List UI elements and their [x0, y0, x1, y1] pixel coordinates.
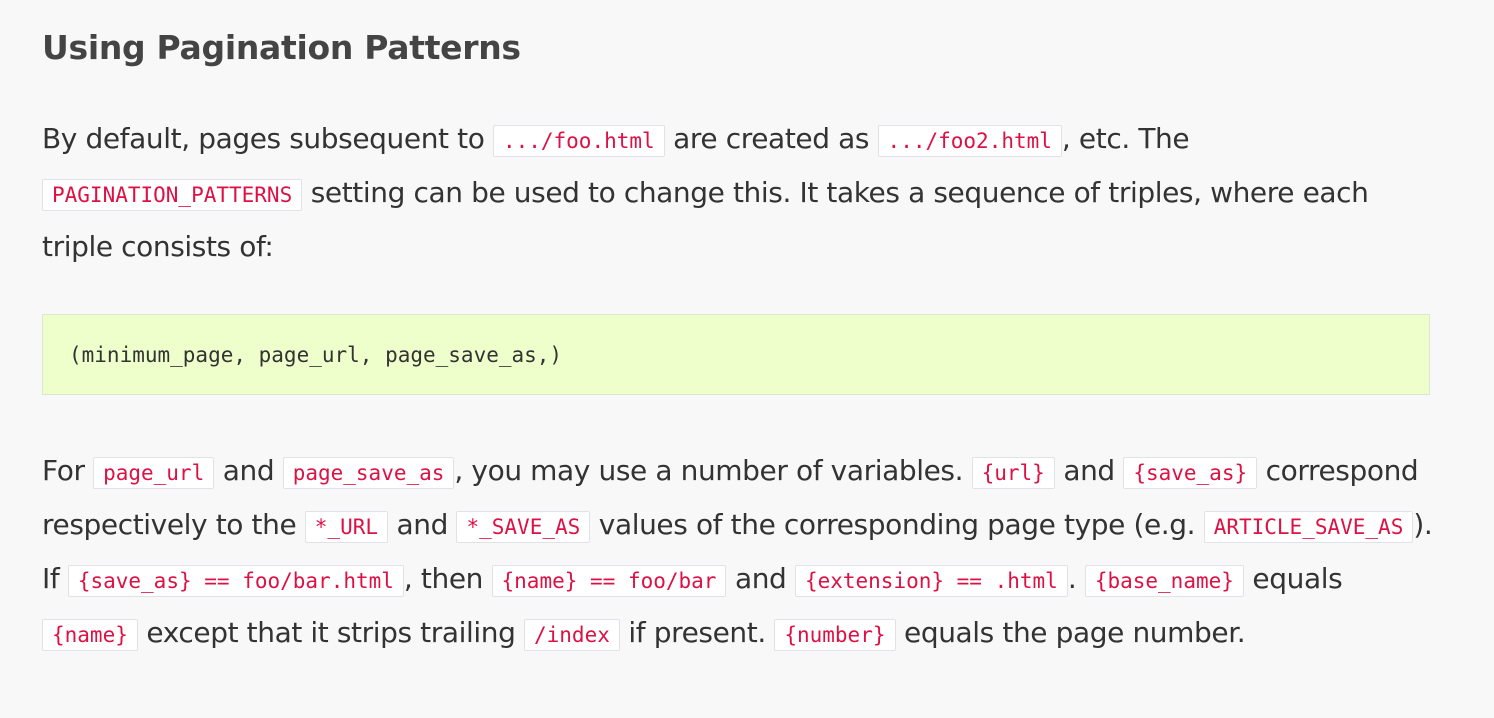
inline-code: .../foo2.html [877, 125, 1062, 157]
text: if present. [619, 616, 775, 649]
text: except that it strips trailing [137, 616, 524, 649]
text: . [1067, 562, 1085, 595]
inline-code: /index [524, 619, 620, 651]
inline-code: ARTICLE_SAVE_AS [1203, 511, 1414, 543]
inline-code: {name} == foo/bar [491, 565, 727, 597]
inline-code: .../foo.html [492, 125, 665, 157]
text: and [388, 508, 457, 541]
text: equals [1243, 562, 1343, 595]
inline-code: PAGINATION_PATTERNS [42, 179, 303, 211]
text: and [1054, 454, 1124, 487]
text: and [214, 454, 283, 487]
paragraph-intro: By default, pages subsequent to .../foo.… [42, 113, 1437, 273]
text: and [726, 562, 795, 595]
inline-code: page_url [93, 457, 215, 489]
inline-code: *_SAVE_AS [456, 511, 591, 543]
paragraph-variables: For page_url and page_save_as, you may u… [42, 445, 1437, 661]
inline-code: {save_as} [1123, 457, 1258, 489]
text: , then [403, 562, 492, 595]
inline-code: page_save_as [282, 457, 455, 489]
text: are created as [664, 122, 878, 155]
inline-code: *_URL [304, 511, 388, 543]
inline-code: {save_as} == foo/bar.html [67, 565, 404, 597]
inline-code: {extension} == .html [794, 565, 1068, 597]
text: , etc. The [1061, 122, 1190, 155]
inline-code: {url} [971, 457, 1055, 489]
text: For [42, 454, 94, 487]
code-block: (minimum_page, page_url, page_save_as,) [42, 314, 1430, 395]
inline-code: {base_name} [1084, 565, 1244, 597]
inline-code: {name} [42, 619, 138, 651]
text: By default, pages subsequent to [42, 122, 493, 155]
text: values of the corresponding page type (e… [590, 508, 1204, 541]
section-heading: Using Pagination Patterns [42, 28, 521, 67]
inline-code: {number} [774, 619, 896, 651]
text: , you may use a number of variables. [454, 454, 972, 487]
text: equals the page number. [895, 616, 1246, 649]
